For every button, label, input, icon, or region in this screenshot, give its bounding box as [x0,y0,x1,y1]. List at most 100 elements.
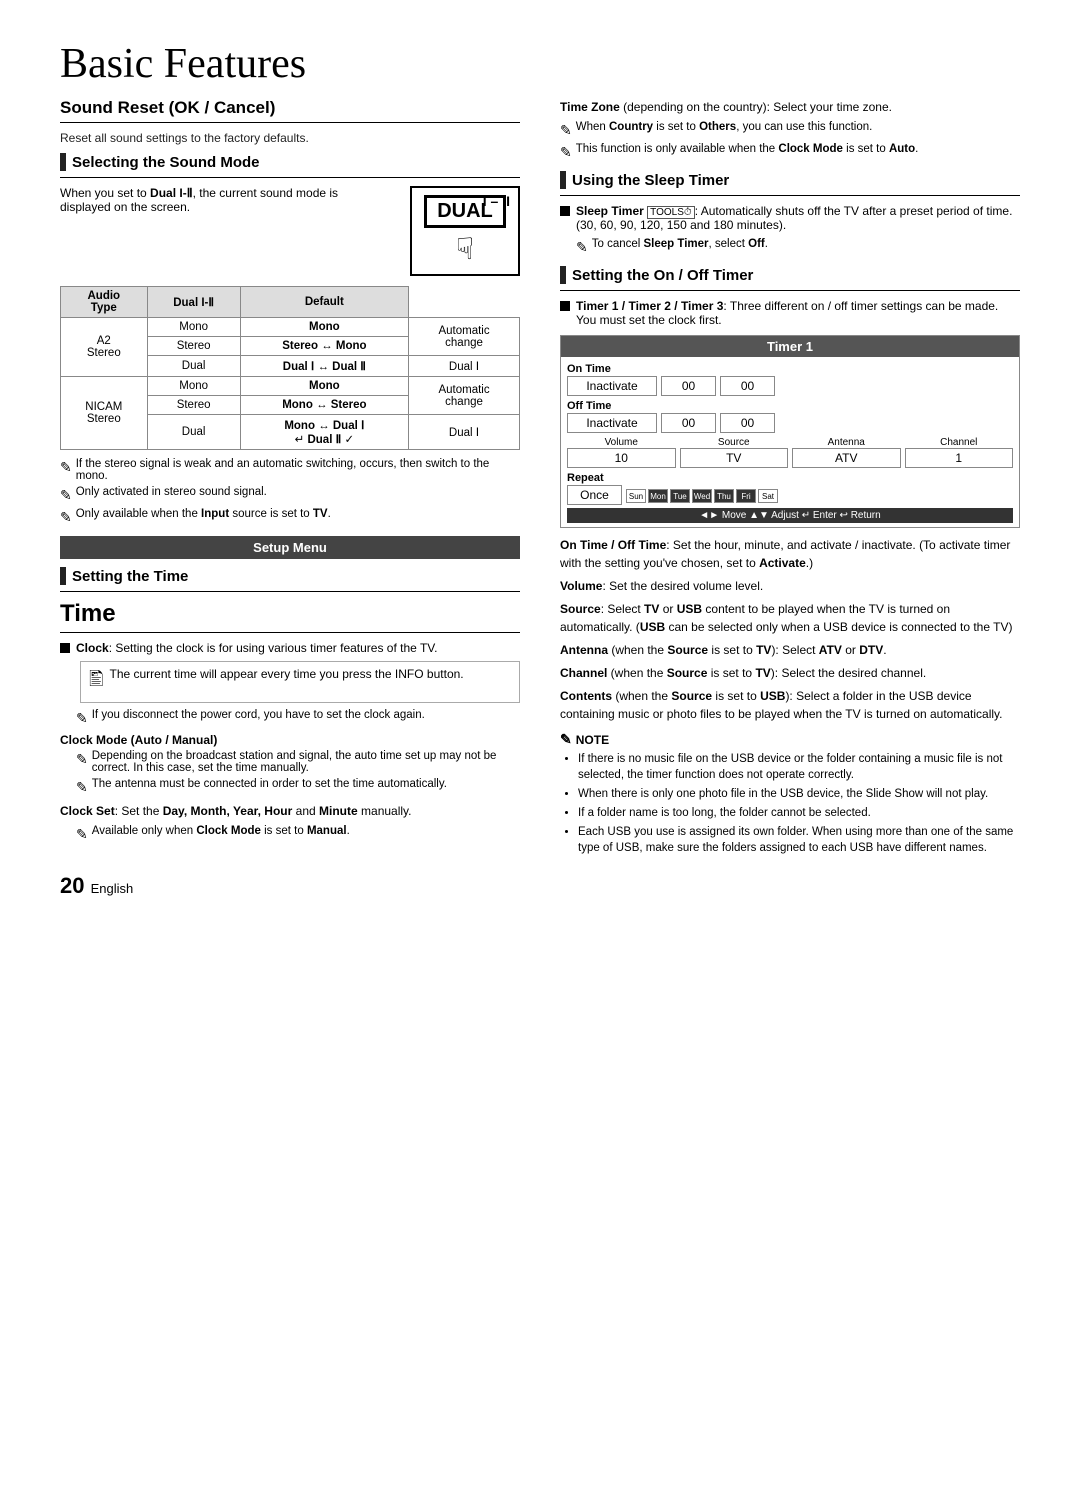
note-broadcast: ✎ Depending on the broadcast station and… [60,750,520,774]
day-fri: Fri [736,489,756,503]
info-icon: 🖺 [89,667,103,697]
sound-mode-table: AudioType Dual I-Ⅱ Default A2Stereo Mono… [60,286,520,450]
clock-set-text: Clock Set: Set the Day, Month, Year, Hou… [60,802,520,820]
off-inactivate: Inactivate [567,413,657,433]
off-time-cells: Inactivate 00 00 [567,413,1013,433]
note-manual: ✎ Available only when Clock Mode is set … [60,825,520,843]
cell-nicam: NICAMStereo [61,377,148,450]
sleep-timer-title: Using the Sleep Timer [572,172,729,189]
off-time-label: Off Time [567,400,1013,412]
pencil-icon-10: ✎ [576,239,588,256]
on-off-timer-title: Setting the On / Off Timer [572,267,753,284]
sound-reset-section: Sound Reset (OK / Cancel) Reset all soun… [60,98,520,145]
info-box: 🖺 The current time will appear every tim… [80,661,520,703]
hand-icon: ☟ [456,232,474,267]
pencil-icon-11: ✎ [560,731,572,748]
day-sat: Sat [758,489,778,503]
cell-automatic: Automaticchange [409,318,520,356]
timer-nav: ◄► Move ▲▼ Adjust ↵ Enter ↩ Return [567,508,1013,523]
note-item-3: If a folder name is too long, the folder… [578,805,1020,821]
cell-nicam-automatic: Automaticchange [409,377,520,415]
antenna-label: Antenna [792,437,901,448]
note-disconnect: ✎ If you disconnect the power cord, you … [60,709,520,727]
selecting-sound-mode-title: Selecting the Sound Mode [72,154,260,171]
on-off-time-desc: On Time / Off Time: Set the hour, minute… [560,536,1020,572]
pencil-icon-7: ✎ [76,826,88,843]
note-input-tv: ✎ Only available when the Input source i… [60,508,520,526]
note-item-4: Each USB you use is assigned its own fol… [578,824,1020,856]
selecting-sound-mode-section: Selecting the Sound Mode When you set to… [60,153,520,526]
cell-nicam-dual-val: Mono ↔ Dual Ⅰ↵ Dual Ⅱ ✓ [240,415,408,450]
channel-desc: Channel (when the Source is set to TV): … [560,664,1020,682]
volume-label: Volume [567,437,676,448]
pencil-icon-1: ✎ [60,459,72,476]
volume-desc: Volume: Set the desired volume level. [560,577,1020,595]
cell-stereo-val: Stereo ↔ Mono [240,337,408,356]
note-header: ✎ NOTE [560,731,1020,748]
square-bullet-icon [60,643,70,653]
setup-menu-bar: Setup Menu [60,536,520,559]
timer-box: Timer 1 On Time Inactivate 00 00 Off Tim… [560,335,1020,528]
note-antenna: ✎ The antenna must be connected in order… [60,778,520,796]
page-lang: English [91,881,134,896]
note-stereo-only: ✎ Only activated in stereo sound signal. [60,486,520,504]
cell-nicam-dual: Dual [147,415,240,450]
on-off-timer-section: Setting the On / Off Timer Timer 1 / Tim… [560,266,1020,857]
repeat-label: Repeat [567,472,1013,484]
sleep-timer-bullet: Sleep Timer TOOLS⏱: Automatically shuts … [560,204,1020,232]
source-label: Source [680,437,789,448]
on-hour: 00 [661,376,716,396]
pencil-icon-4: ✎ [76,710,88,727]
day-sun: Sun [626,489,646,503]
volume-val: 10 [567,448,676,468]
pencil-icon-5: ✎ [76,751,88,768]
day-thu: Thu [714,489,734,503]
on-time-cells: Inactivate 00 00 [567,376,1013,396]
antenna-desc: Antenna (when the Source is set to TV): … [560,641,1020,659]
note-item-1: If there is no music file on the USB dev… [578,751,1020,783]
pencil-icon-3: ✎ [60,509,72,526]
section-bar-icon-3 [560,171,566,189]
setting-time-title: Setting the Time [72,568,188,585]
cell-mono: Mono [147,318,240,337]
pencil-icon-2: ✎ [60,487,72,504]
clock-bullet: Clock: Setting the clock is for using va… [60,641,520,655]
col-audio-type: AudioType [61,287,148,318]
page-number: 20 English [60,873,520,899]
cell-nicam-stereo-val: Mono ↔ Stereo [240,396,408,415]
off-min: 00 [720,413,775,433]
table-row: NICAMStereo Mono Mono Automaticchange [61,377,520,396]
cell-a2-stereo: A2Stereo [61,318,148,377]
note-section: ✎ NOTE If there is no music file on the … [560,731,1020,857]
section-bar-icon [60,153,66,171]
source-val: TV [680,448,789,468]
timer-bullet: Timer 1 / Timer 2 / Timer 3: Three diffe… [560,299,1020,327]
square-bullet-icon-2 [560,206,570,216]
time-zone-section: Time Zone (depending on the country): Se… [560,98,1020,161]
repeat-days: Sun Mon Tue Wed Thu Fri Sat [626,489,778,503]
cell-nicam-dual-i: Dual Ⅰ [409,415,520,450]
day-wed: Wed [692,489,712,503]
time-section: Time Clock: Setting the clock is for usi… [60,600,520,843]
table-row: A2Stereo Mono Mono Automaticchange [61,318,520,337]
dual-display-box: I – II DUAL ☟ [410,186,520,276]
note-cancel-sleep: ✎ To cancel Sleep Timer, select Off. [560,238,1020,256]
sound-reset-title: Sound Reset (OK / Cancel) [60,98,520,123]
note-country: ✎ When Country is set to Others, you can… [560,121,1020,139]
col-default: Default [240,287,408,318]
time-title: Time [60,600,520,633]
cell-nicam-stereo: Stereo [147,396,240,415]
off-hour: 00 [661,413,716,433]
source-desc: Source: Select TV or USB content to be p… [560,600,1020,636]
dual-description-text: When you set to Dual I-Ⅱ, the current so… [60,186,390,214]
section-bar-icon-2 [60,567,66,585]
pencil-icon-6: ✎ [76,779,88,796]
cell-dual-i: Dual Ⅰ [409,356,520,377]
cell-nicam-mono: Mono [147,377,240,396]
note-list: If there is no music file on the USB dev… [560,751,1020,857]
square-bullet-icon-3 [560,301,570,311]
channel-label: Channel [905,437,1014,448]
pencil-icon-8: ✎ [560,122,572,139]
section-bar-icon-4 [560,266,566,284]
channel-val: 1 [905,448,1014,468]
